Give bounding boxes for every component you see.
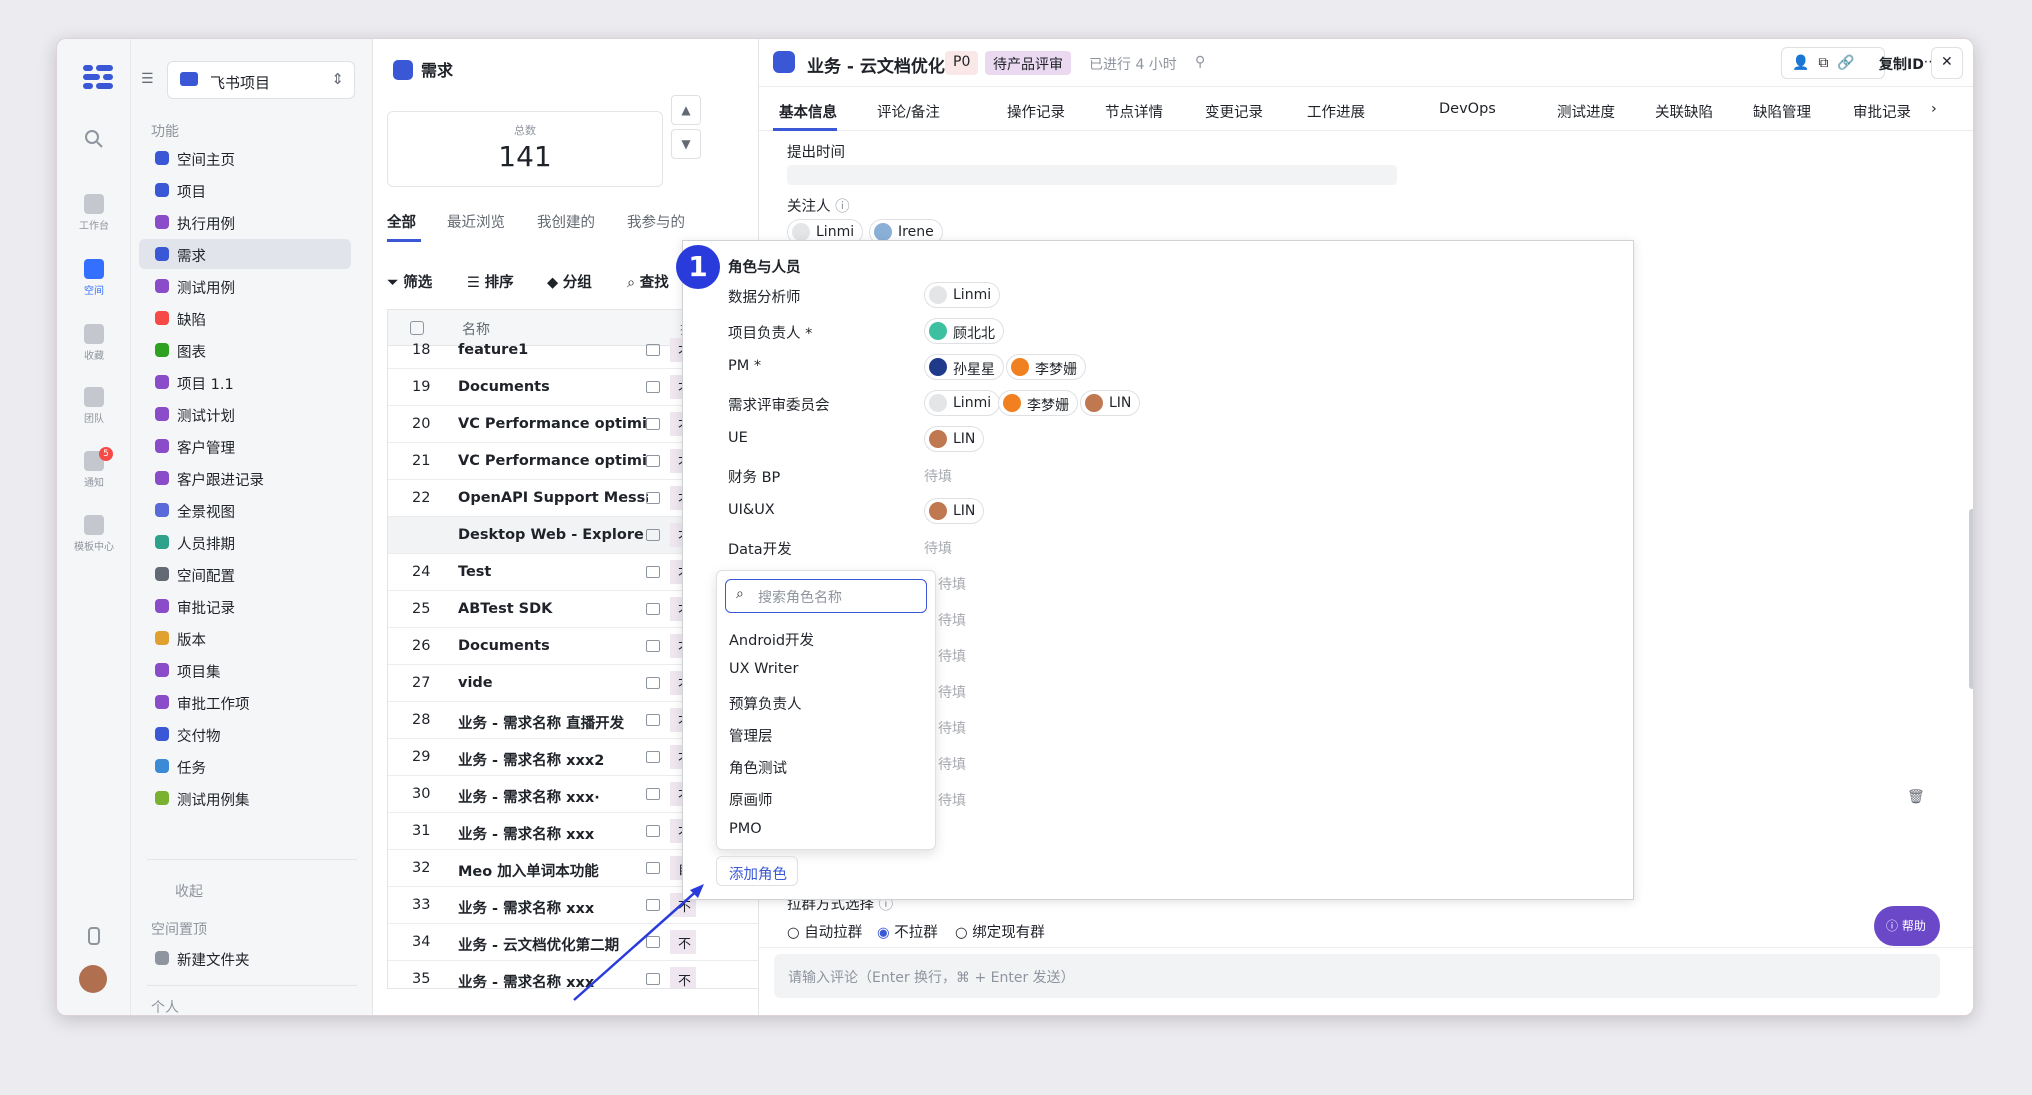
annotation-arrow [573,884,704,1001]
